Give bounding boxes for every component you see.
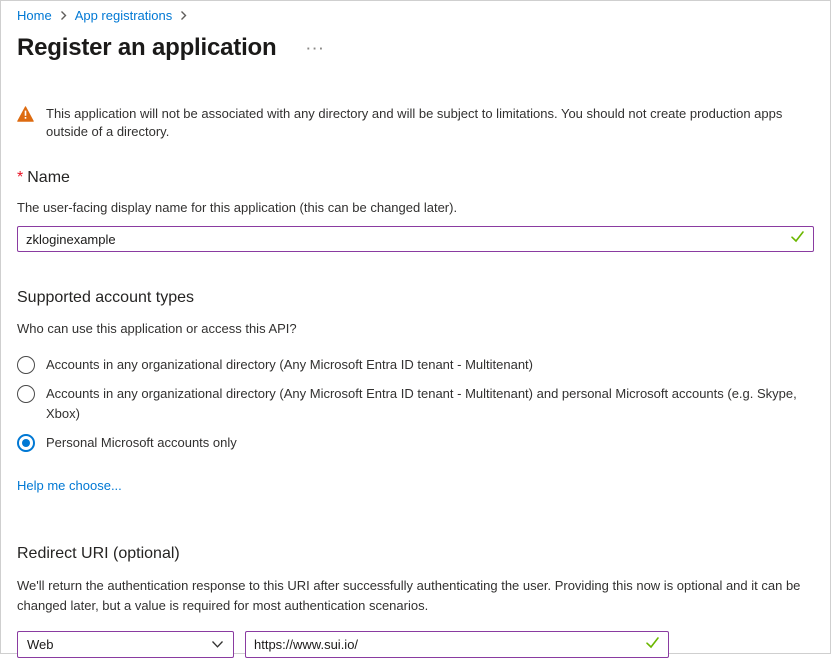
supported-account-types-section: Supported account types Who can use this… bbox=[17, 289, 814, 495]
redirect-uri-description: We'll return the authentication response… bbox=[17, 576, 814, 616]
page-title: Register an application bbox=[17, 34, 276, 62]
redirect-uri-section: Redirect URI (optional) We'll return the… bbox=[17, 545, 814, 658]
radio-option-personal-only[interactable]: Personal Microsoft accounts only bbox=[17, 433, 814, 453]
name-label: *Name bbox=[17, 169, 814, 187]
radio-selected-icon[interactable] bbox=[17, 434, 35, 452]
breadcrumb-home-link[interactable]: Home bbox=[17, 8, 52, 23]
radio-unselected-icon[interactable] bbox=[17, 385, 35, 403]
radio-option-multitenant[interactable]: Accounts in any organizational directory… bbox=[17, 355, 814, 375]
radio-option-label: Accounts in any organizational directory… bbox=[46, 384, 804, 424]
more-options-ellipsis-icon[interactable]: ··· bbox=[306, 41, 325, 56]
platform-select-value: Web bbox=[27, 637, 54, 652]
warning-triangle-icon bbox=[17, 106, 34, 127]
name-description: The user-facing display name for this ap… bbox=[17, 200, 814, 215]
radio-unselected-icon[interactable] bbox=[17, 356, 35, 374]
radio-option-label: Accounts in any organizational directory… bbox=[46, 355, 533, 375]
radio-option-label: Personal Microsoft accounts only bbox=[46, 433, 237, 453]
name-section: *Name The user-facing display name for t… bbox=[17, 169, 814, 252]
required-asterisk: * bbox=[17, 169, 23, 186]
supported-account-types-heading: Supported account types bbox=[17, 289, 814, 307]
app-name-input[interactable] bbox=[17, 226, 814, 252]
breadcrumb-chevron-icon bbox=[59, 10, 68, 21]
account-type-radio-group: Accounts in any organizational directory… bbox=[17, 355, 814, 453]
breadcrumb: Home App registrations bbox=[17, 1, 814, 23]
warning-banner: This application will not be associated … bbox=[17, 105, 814, 140]
chevron-down-icon bbox=[211, 637, 224, 652]
breadcrumb-chevron-icon bbox=[179, 10, 188, 21]
account-types-question: Who can use this application or access t… bbox=[17, 321, 814, 336]
redirect-uri-heading: Redirect URI (optional) bbox=[17, 545, 814, 563]
radio-option-multitenant-personal[interactable]: Accounts in any organizational directory… bbox=[17, 384, 814, 424]
warning-text: This application will not be associated … bbox=[46, 105, 814, 140]
help-me-choose-link[interactable]: Help me choose... bbox=[17, 478, 122, 493]
breadcrumb-app-registrations-link[interactable]: App registrations bbox=[75, 8, 173, 23]
